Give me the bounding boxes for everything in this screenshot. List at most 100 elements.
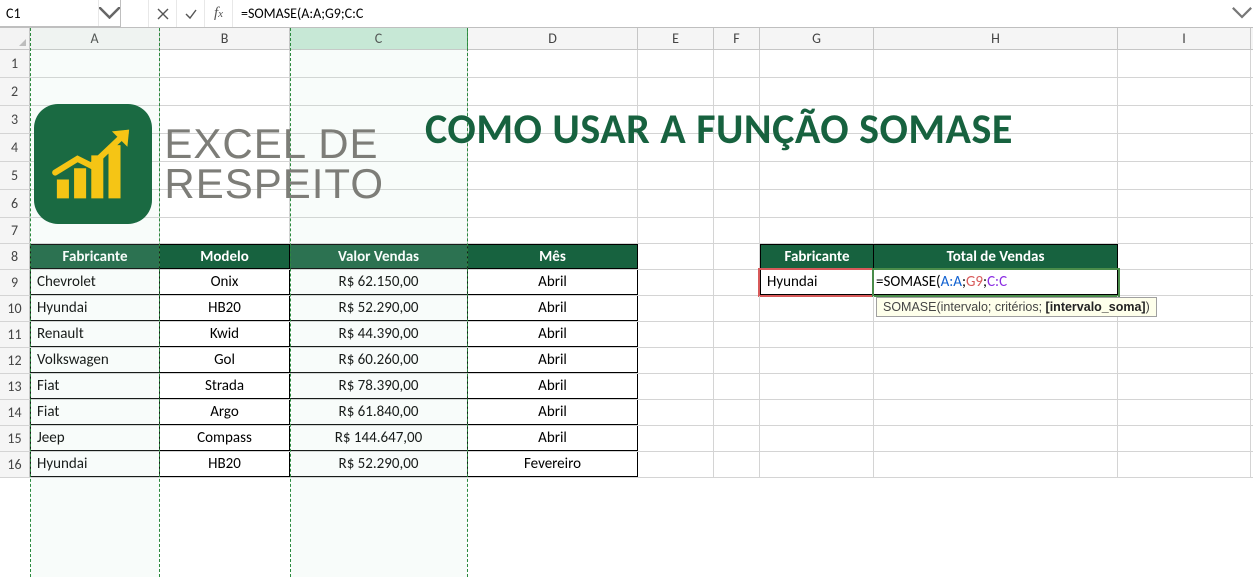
cell-C9[interactable]: R$ 62.150,00 bbox=[290, 270, 468, 295]
cell-H12[interactable] bbox=[874, 348, 1118, 373]
cell-I1[interactable] bbox=[1118, 50, 1251, 77]
cell-F16[interactable] bbox=[714, 452, 760, 477]
cell-D6[interactable] bbox=[468, 190, 638, 217]
row-header-10[interactable]: 10 bbox=[0, 296, 30, 321]
cell-H8[interactable]: Total de Vendas bbox=[874, 244, 1118, 269]
cell-B10[interactable]: HB20 bbox=[160, 296, 290, 321]
cell-I7[interactable] bbox=[1118, 218, 1251, 243]
row-header-12[interactable]: 12 bbox=[0, 348, 30, 373]
cell-E9[interactable] bbox=[638, 270, 714, 295]
cell-D16[interactable]: Fevereiro bbox=[468, 452, 638, 477]
row-header-2[interactable]: 2 bbox=[0, 78, 30, 105]
cell-C16[interactable]: R$ 52.290,00 bbox=[290, 452, 468, 477]
cell-G6[interactable] bbox=[760, 190, 874, 217]
cell-E10[interactable] bbox=[638, 296, 714, 321]
cell-D13[interactable]: Abril bbox=[468, 374, 638, 399]
cell-H14[interactable] bbox=[874, 400, 1118, 425]
row-header-3[interactable]: 3 bbox=[0, 106, 30, 133]
enter-formula-button[interactable] bbox=[177, 0, 205, 27]
col-header-D[interactable]: D bbox=[468, 28, 638, 49]
cell-A14[interactable]: Fiat bbox=[30, 400, 160, 425]
select-all-corner[interactable] bbox=[0, 28, 30, 49]
cell-D2[interactable] bbox=[468, 78, 638, 105]
row-header-7[interactable]: 7 bbox=[0, 218, 30, 243]
cell-A16[interactable]: Hyundai bbox=[30, 452, 160, 477]
col-header-C[interactable]: C bbox=[290, 28, 468, 49]
name-box-input[interactable] bbox=[0, 0, 98, 26]
cell-B15[interactable]: Compass bbox=[160, 426, 290, 451]
cell-C10[interactable]: R$ 52.290,00 bbox=[290, 296, 468, 321]
cell-D11[interactable]: Abril bbox=[468, 322, 638, 347]
cell-F7[interactable] bbox=[714, 218, 760, 243]
cell-I16[interactable] bbox=[1118, 452, 1251, 477]
col-header-B[interactable]: B bbox=[160, 28, 290, 49]
col-header-I[interactable]: I bbox=[1118, 28, 1251, 49]
col-header-G[interactable]: G bbox=[760, 28, 874, 49]
cell-C14[interactable]: R$ 61.840,00 bbox=[290, 400, 468, 425]
cell-I6[interactable] bbox=[1118, 190, 1251, 217]
cell-I12[interactable] bbox=[1118, 348, 1251, 373]
cell-E5[interactable] bbox=[638, 162, 714, 189]
cell-D10[interactable]: Abril bbox=[468, 296, 638, 321]
cell-I9[interactable] bbox=[1118, 270, 1251, 295]
cell-B16[interactable]: HB20 bbox=[160, 452, 290, 477]
cell-E7[interactable] bbox=[638, 218, 714, 243]
cell-I3[interactable] bbox=[1118, 106, 1251, 133]
cell-D14[interactable]: Abril bbox=[468, 400, 638, 425]
cell-E16[interactable] bbox=[638, 452, 714, 477]
name-box-dropdown[interactable] bbox=[98, 0, 120, 26]
row-header-4[interactable]: 4 bbox=[0, 134, 30, 161]
col-header-E[interactable]: E bbox=[638, 28, 714, 49]
col-header-H[interactable]: H bbox=[874, 28, 1118, 49]
cell-B14[interactable]: Argo bbox=[160, 400, 290, 425]
cell-E2[interactable] bbox=[638, 78, 714, 105]
row-header-8[interactable]: 8 bbox=[0, 244, 30, 269]
cell-I8[interactable] bbox=[1118, 244, 1251, 269]
cell-B12[interactable]: Gol bbox=[160, 348, 290, 373]
expand-formula-bar-button[interactable] bbox=[1231, 0, 1253, 27]
cell-H6[interactable] bbox=[874, 190, 1118, 217]
cell-C15[interactable]: R$ 144.647,00 bbox=[290, 426, 468, 451]
cell-E6[interactable] bbox=[638, 190, 714, 217]
cell-I2[interactable] bbox=[1118, 78, 1251, 105]
col-header-F[interactable]: F bbox=[714, 28, 760, 49]
cell-I15[interactable] bbox=[1118, 426, 1251, 451]
cell-A9[interactable]: Chevrolet bbox=[30, 270, 160, 295]
cell-F13[interactable] bbox=[714, 374, 760, 399]
cell-F10[interactable] bbox=[714, 296, 760, 321]
cell-B1[interactable] bbox=[160, 50, 290, 77]
cell-G11[interactable] bbox=[760, 322, 874, 347]
cell-D15[interactable]: Abril bbox=[468, 426, 638, 451]
row-header-5[interactable]: 5 bbox=[0, 162, 30, 189]
cell-C8[interactable]: Valor Vendas bbox=[290, 244, 468, 269]
cell-F8[interactable] bbox=[714, 244, 760, 269]
row-header-1[interactable]: 1 bbox=[0, 50, 30, 77]
cell-F5[interactable] bbox=[714, 162, 760, 189]
cell-A11[interactable]: Renault bbox=[30, 322, 160, 347]
cell-H15[interactable] bbox=[874, 426, 1118, 451]
row-header-11[interactable]: 11 bbox=[0, 322, 30, 347]
cell-C13[interactable]: R$ 78.390,00 bbox=[290, 374, 468, 399]
cell-A1[interactable] bbox=[30, 50, 160, 77]
cell-E12[interactable] bbox=[638, 348, 714, 373]
cell-C1[interactable] bbox=[290, 50, 468, 77]
formula-input[interactable] bbox=[233, 0, 1231, 27]
cell-G9[interactable]: Hyundai bbox=[760, 270, 874, 295]
cell-G10[interactable] bbox=[760, 296, 874, 321]
cell-H9[interactable]: =SOMASE(A:A;G9;C:CSOMASE(intervalo; crit… bbox=[874, 270, 1118, 295]
row-header-14[interactable]: 14 bbox=[0, 400, 30, 425]
cell-A12[interactable]: Volkswagen bbox=[30, 348, 160, 373]
cell-G1[interactable] bbox=[760, 50, 874, 77]
cell-C11[interactable]: R$ 44.390,00 bbox=[290, 322, 468, 347]
cell-E8[interactable] bbox=[638, 244, 714, 269]
cell-G5[interactable] bbox=[760, 162, 874, 189]
cell-G12[interactable] bbox=[760, 348, 874, 373]
row-header-9[interactable]: 9 bbox=[0, 270, 30, 295]
cell-F14[interactable] bbox=[714, 400, 760, 425]
cell-B9[interactable]: Onix bbox=[160, 270, 290, 295]
cell-G14[interactable] bbox=[760, 400, 874, 425]
cell-F9[interactable] bbox=[714, 270, 760, 295]
cell-G8[interactable]: Fabricante bbox=[760, 244, 874, 269]
cell-H5[interactable] bbox=[874, 162, 1118, 189]
cell-G2[interactable] bbox=[760, 78, 874, 105]
